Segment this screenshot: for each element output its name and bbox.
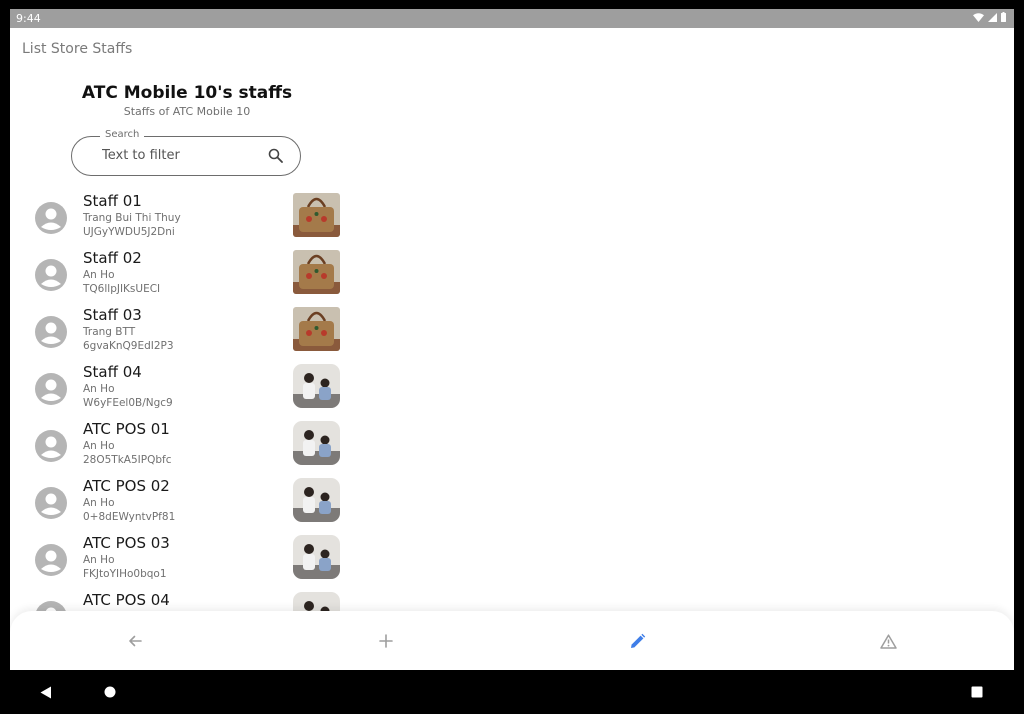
system-recents-icon[interactable] — [971, 686, 983, 698]
staff-full-name: Trang BTT — [83, 326, 136, 338]
staff-full-name: An Ho — [83, 269, 115, 281]
staff-row[interactable]: Staff 04 An Ho W6yFEel0B/Ngc9 — [10, 359, 370, 416]
store-header: ATC Mobile 10's staffs Staffs of ATC Mob… — [72, 83, 302, 118]
plus-icon — [379, 634, 393, 648]
app-screen: List Store Staffs ATC Mobile 10's staffs… — [10, 28, 1014, 670]
staff-code: W6yFEel0B/Ngc9 — [83, 397, 173, 409]
staff-full-name: An Ho — [83, 497, 115, 509]
staff-full-name: An Ho — [83, 554, 115, 566]
warning-icon — [879, 633, 897, 649]
system-navigation-bar — [10, 670, 1014, 714]
account-circle-icon — [35, 544, 67, 576]
staff-row[interactable]: Staff 03 Trang BTT 6gvaKnQ9EdI2P3 — [10, 302, 370, 359]
people-photo-thumbnail — [293, 478, 340, 522]
people-photo-thumbnail — [293, 421, 340, 465]
handbag-thumbnail — [293, 307, 340, 351]
staff-code: 0+8dEWyntvPf81 — [83, 511, 176, 523]
staff-name: ATC POS 02 — [83, 477, 170, 495]
account-circle-icon — [35, 373, 67, 405]
staff-full-name: Trang Bui Thi Thuy — [83, 212, 181, 224]
staff-info: ATC POS 01 An Ho 28O5TkA5IPQbfc — [83, 420, 172, 467]
staff-name: Staff 03 — [83, 306, 142, 324]
staff-code: 6gvaKnQ9EdI2P3 — [83, 340, 174, 352]
staff-info: Staff 04 An Ho W6yFEel0B/Ngc9 — [83, 363, 173, 410]
staff-name: Staff 04 — [83, 363, 142, 381]
handbag-thumbnail — [293, 250, 340, 294]
search-label: Search — [100, 129, 145, 140]
staff-info: ATC POS 02 An Ho 0+8dEWyntvPf81 — [83, 477, 175, 524]
staff-row[interactable]: Staff 02 An Ho TQ6llpJIKsUECI — [10, 245, 370, 302]
staff-name: Staff 02 — [83, 249, 142, 267]
staff-name: ATC POS 01 — [83, 420, 170, 438]
staff-code: UJGyYWDU5J2Dni — [83, 226, 175, 238]
store-title: ATC Mobile 10's staffs — [81, 83, 293, 103]
staff-list: Staff 01 Trang Bui Thi Thuy UJGyYWDU5J2D… — [10, 188, 370, 644]
staff-row[interactable]: ATC POS 02 An Ho 0+8dEWyntvPf81 — [10, 473, 370, 530]
report-button[interactable] — [876, 629, 900, 653]
pencil-icon — [630, 633, 645, 648]
staff-full-name: An Ho — [83, 440, 115, 452]
account-circle-icon — [35, 430, 67, 462]
account-circle-icon — [35, 202, 67, 234]
status-icons — [973, 12, 1006, 22]
device-frame: 9:44 List Store Staffs ATC Mobile 10's s… — [10, 9, 1014, 714]
staff-row[interactable]: Staff 01 Trang Bui Thi Thuy UJGyYWDU5J2D… — [10, 188, 370, 245]
staff-code: FKJtoYIHo0bqo1 — [83, 568, 167, 580]
status-time: 9:44 — [16, 12, 41, 25]
account-circle-icon — [35, 259, 67, 291]
system-back-icon[interactable] — [40, 686, 52, 699]
edit-button[interactable] — [625, 629, 649, 653]
wifi-icon — [973, 12, 984, 22]
battery-icon — [1001, 12, 1006, 22]
staff-info: Staff 02 An Ho TQ6llpJIKsUECI — [83, 249, 160, 296]
status-bar: 9:44 — [10, 9, 1014, 28]
staff-info: ATC POS 04 — [83, 591, 170, 610]
search-input[interactable] — [102, 145, 252, 165]
people-photo-thumbnail — [293, 364, 340, 408]
back-button[interactable] — [123, 629, 147, 653]
system-home-icon[interactable] — [104, 686, 116, 698]
search-field[interactable]: Search — [71, 129, 301, 176]
staff-info: Staff 03 Trang BTT 6gvaKnQ9EdI2P3 — [83, 306, 174, 353]
people-photo-thumbnail — [293, 535, 340, 579]
staff-row[interactable]: ATC POS 03 An Ho FKJtoYIHo0bqo1 — [10, 530, 370, 587]
staff-name: ATC POS 03 — [83, 534, 170, 552]
signal-icon — [988, 12, 997, 22]
staff-info: Staff 01 Trang Bui Thi Thuy UJGyYWDU5J2D… — [83, 192, 181, 239]
account-circle-icon — [35, 316, 67, 348]
staff-full-name: An Ho — [83, 383, 115, 395]
staff-name: ATC POS 04 — [83, 591, 170, 609]
staff-name: Staff 01 — [83, 192, 142, 210]
app-title: List Store Staffs — [22, 41, 133, 57]
handbag-thumbnail — [293, 193, 340, 237]
account-circle-icon — [35, 487, 67, 519]
staff-info: ATC POS 03 An Ho FKJtoYIHo0bqo1 — [83, 534, 170, 581]
store-subtitle: Staffs of ATC Mobile 10 — [123, 105, 251, 118]
add-button[interactable] — [374, 629, 398, 653]
search-icon[interactable] — [268, 148, 283, 163]
staff-code: 28O5TkA5IPQbfc — [83, 454, 172, 466]
back-arrow-icon — [129, 635, 142, 647]
staff-code: TQ6llpJIKsUECI — [83, 283, 161, 295]
staff-row[interactable]: ATC POS 01 An Ho 28O5TkA5IPQbfc — [10, 416, 370, 473]
bottom-navigation — [10, 611, 1014, 670]
